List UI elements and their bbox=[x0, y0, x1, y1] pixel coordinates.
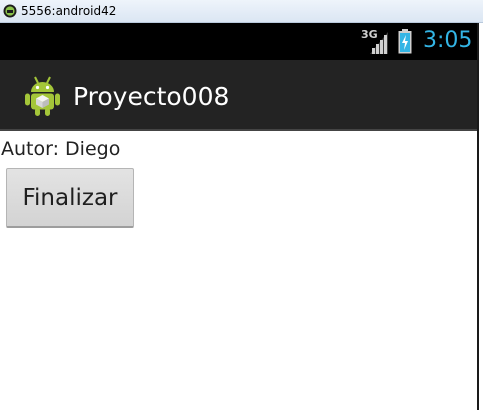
window-title: 5556:android42 bbox=[21, 4, 117, 18]
status-bar: 3G 3:05 bbox=[0, 23, 477, 60]
status-clock: 3:05 bbox=[423, 28, 473, 53]
android-robot-icon[interactable] bbox=[24, 75, 61, 117]
main-content: Autor: Diego Finalizar bbox=[0, 131, 477, 410]
action-bar: Proyecto008 bbox=[0, 60, 477, 131]
author-label: Autor: Diego bbox=[1, 138, 121, 160]
app-title: Proyecto008 bbox=[73, 82, 230, 111]
android-emulator-icon bbox=[3, 4, 17, 18]
emulator-window: 5556:android42 3G 3:05 Proyecto008 Autor… bbox=[0, 0, 483, 410]
window-title-bar: 5556:android42 bbox=[0, 0, 483, 23]
finish-button[interactable]: Finalizar bbox=[6, 168, 134, 228]
battery-charging-icon bbox=[398, 29, 412, 54]
signal-bars-icon bbox=[370, 32, 388, 54]
window-right-border bbox=[477, 23, 483, 410]
